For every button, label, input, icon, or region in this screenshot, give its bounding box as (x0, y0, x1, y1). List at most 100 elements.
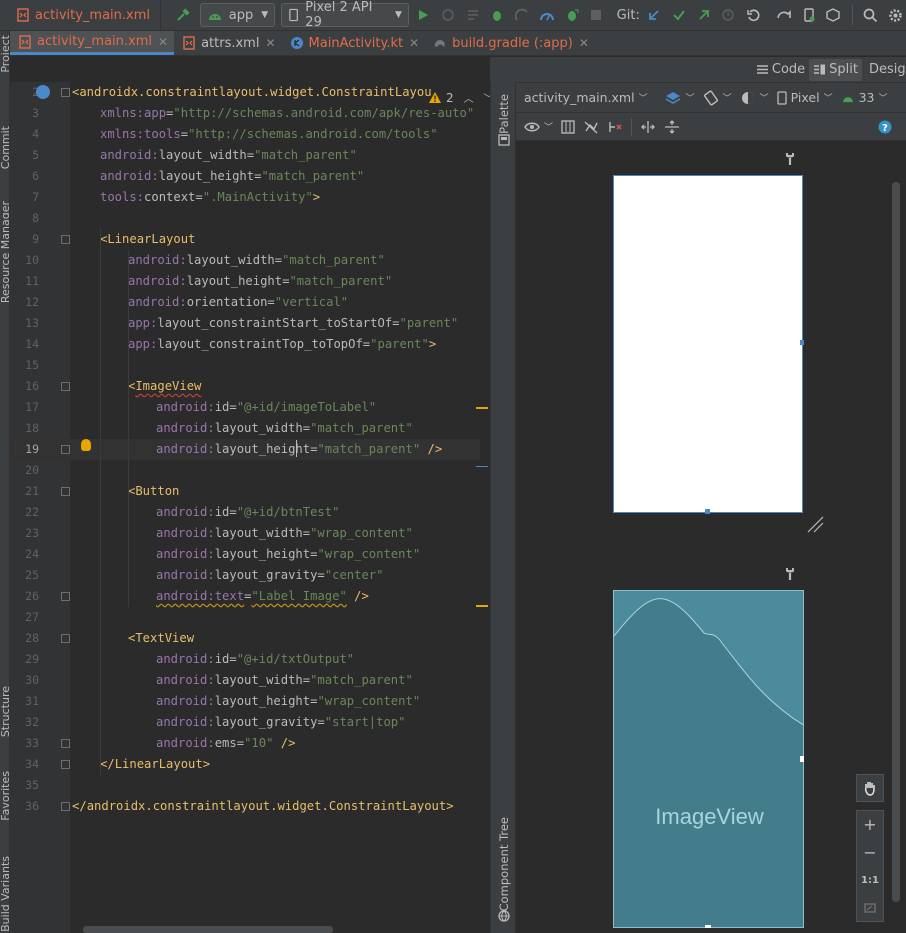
resize-handle[interactable] (705, 925, 711, 928)
blueprint-surface[interactable]: ImageView (613, 590, 804, 928)
resize-handle[interactable] (800, 756, 804, 762)
history-icon[interactable] (718, 4, 739, 26)
stop-icon[interactable] (586, 4, 607, 26)
hammer-build-icon[interactable] (173, 4, 194, 26)
code-line[interactable]: 18 android:layout_width="match_parent" (10, 418, 490, 439)
run-config-select[interactable]: app ▼ (199, 3, 276, 27)
code-line[interactable]: 13 app:layout_constraintStart_toStartOf="… (10, 313, 490, 334)
code-line[interactable]: 14 app:layout_constraintTop_toTopOf="pare… (10, 334, 490, 355)
tab-mainactivity-kt[interactable]: MainActivity.kt ✕ (282, 31, 426, 55)
close-icon[interactable]: ✕ (409, 36, 419, 50)
help-icon[interactable]: ? (878, 120, 892, 134)
gauge-icon[interactable] (537, 4, 558, 26)
code-line[interactable]: 4 xmlns:tools="http://schemas.android.com… (10, 124, 490, 145)
wrench-icon[interactable] (784, 152, 796, 166)
layers-icon[interactable]: ﹀ (664, 90, 695, 106)
project-tool-tab[interactable]: Project (0, 35, 9, 73)
close-icon[interactable]: ✕ (579, 36, 589, 50)
code-line[interactable]: 2 <androidx.constraintlayout.widget.Const… (10, 82, 490, 103)
split-view-button[interactable]: Split (809, 58, 862, 81)
code-line[interactable]: 12 android:orientation="vertical" (10, 292, 490, 313)
zoom-in-button[interactable]: + (856, 810, 884, 838)
code-line[interactable]: 5 android:layout_width="match_parent" (10, 145, 490, 166)
gradle-sync-icon[interactable] (773, 4, 794, 26)
profile-icon[interactable] (512, 4, 533, 26)
code-line[interactable]: 11 android:layout_height="match_parent" (10, 271, 490, 292)
chevron-up-icon[interactable]: ︿ (464, 90, 474, 105)
api-level-select[interactable]: 33 ﹀ (841, 90, 888, 105)
code-line[interactable]: 34 </LinearLayout> (10, 754, 490, 775)
rollback-icon[interactable] (743, 4, 764, 26)
design-surface[interactable] (613, 175, 803, 513)
clear-constraints-icon[interactable] (607, 120, 623, 134)
code-line[interactable]: 20 (10, 460, 490, 481)
run-icon[interactable] (413, 4, 434, 26)
commit-tool-tab[interactable]: Commit (0, 126, 9, 169)
sdk-manager-icon[interactable] (823, 4, 844, 26)
git-update-icon[interactable] (644, 4, 665, 26)
code-line[interactable]: 27 (10, 607, 490, 628)
preview-device-select[interactable]: Pixel ﹀ (776, 90, 833, 105)
code-line[interactable]: 16 <ImageView (10, 376, 490, 397)
lightbulb-icon[interactable] (81, 439, 91, 451)
code-line[interactable]: 29 android:id="@+id/txtOutput" (10, 649, 490, 670)
zoom-1-to-1-button[interactable]: 1:1 (856, 866, 884, 894)
apply-changes-icon[interactable] (438, 4, 459, 26)
code-line[interactable]: 15 (10, 355, 490, 376)
code-line[interactable]: 33 android:ems="10" /> (10, 733, 490, 754)
structure-tool-tab[interactable]: Structure (0, 686, 9, 737)
kotlin-context-icon[interactable] (36, 85, 50, 99)
resource-manager-tool-tab[interactable]: Resource Manager (0, 201, 9, 303)
fold-marker[interactable] (61, 760, 70, 769)
tab-attrs-xml[interactable]: attrs.xml ✕ (174, 31, 281, 55)
code-line[interactable]: 32 android:layout_gravity="start|top" (10, 712, 490, 733)
horizontal-margin-icon[interactable] (640, 120, 656, 134)
code-line[interactable]: 35 (10, 775, 490, 796)
vertical-margin-icon[interactable] (664, 119, 680, 134)
favorites-tool-tab[interactable]: Favorites (0, 771, 9, 821)
code-line[interactable]: 7 tools:context=".MainActivity"> (10, 187, 490, 208)
code-line[interactable]: 26 android:text="Label Image" /> (10, 586, 490, 607)
search-icon[interactable] (861, 4, 882, 26)
fold-marker[interactable] (61, 802, 70, 811)
device-select[interactable]: Pixel 2 API 29 ▼ (281, 0, 409, 30)
code-view-button[interactable]: Code (752, 59, 809, 81)
resize-handle[interactable] (800, 340, 804, 345)
code-line[interactable]: 8 (10, 208, 490, 229)
close-icon[interactable]: ✕ (158, 35, 168, 49)
code-line[interactable]: 24 android:layout_height="wrap_content" (10, 544, 490, 565)
code-line[interactable]: 9 <LinearLayout (10, 229, 490, 250)
fold-marker[interactable] (61, 634, 70, 643)
canvas-vertical-scrollbar[interactable] (892, 182, 900, 902)
code-line[interactable]: 25 android:layout_gravity="center" (10, 565, 490, 586)
orientation-icon[interactable]: ﹀ (703, 89, 732, 106)
theme-icon[interactable]: ﹀ (740, 90, 769, 106)
pan-hand-button[interactable] (856, 774, 884, 802)
zoom-to-fit-button[interactable] (856, 894, 884, 922)
code-line[interactable]: 17 android:id="@+id/imageToLabel" (10, 397, 490, 418)
fold-marker[interactable] (61, 88, 70, 97)
autoconnect-off-icon[interactable] (583, 120, 599, 134)
close-icon[interactable]: ✕ (265, 36, 275, 50)
fold-marker[interactable] (61, 487, 70, 496)
component-tree-tool-tab[interactable]: Component Tree (497, 817, 511, 911)
zoom-out-button[interactable]: − (856, 838, 884, 866)
design-view-button[interactable]: Design (862, 59, 906, 81)
fold-marker[interactable] (61, 739, 70, 748)
code-line[interactable]: 10 android:layout_width="match_parent" (10, 250, 490, 271)
layout-file-select[interactable]: activity_main.xml ﹀ (524, 90, 648, 105)
eye-icon[interactable]: ﹀ (524, 120, 553, 133)
code-line[interactable]: 3 xmlns:app="http://schemas.android.com/a… (10, 103, 490, 124)
code-line[interactable]: 22 android:id="@+id/btnTest" (10, 502, 490, 523)
fold-marker[interactable] (61, 235, 70, 244)
apply-code-changes-icon[interactable] (462, 4, 483, 26)
inspection-widget[interactable]: 2 ︿ ﹀ (428, 90, 494, 105)
navbar-file[interactable]: activity_main.xml (0, 0, 162, 31)
git-commit-icon[interactable] (669, 4, 690, 26)
tab-activity-main-xml[interactable]: activity_main.xml ✕ (10, 31, 175, 55)
warning-marker[interactable] (476, 407, 488, 409)
code-line[interactable]: 23 android:layout_width="wrap_content" (10, 523, 490, 544)
code-line[interactable]: 6 android:layout_height="match_parent" (10, 166, 490, 187)
palette-tool-tab[interactable]: Palette (497, 94, 511, 134)
attach-debugger-icon[interactable] (561, 4, 582, 26)
